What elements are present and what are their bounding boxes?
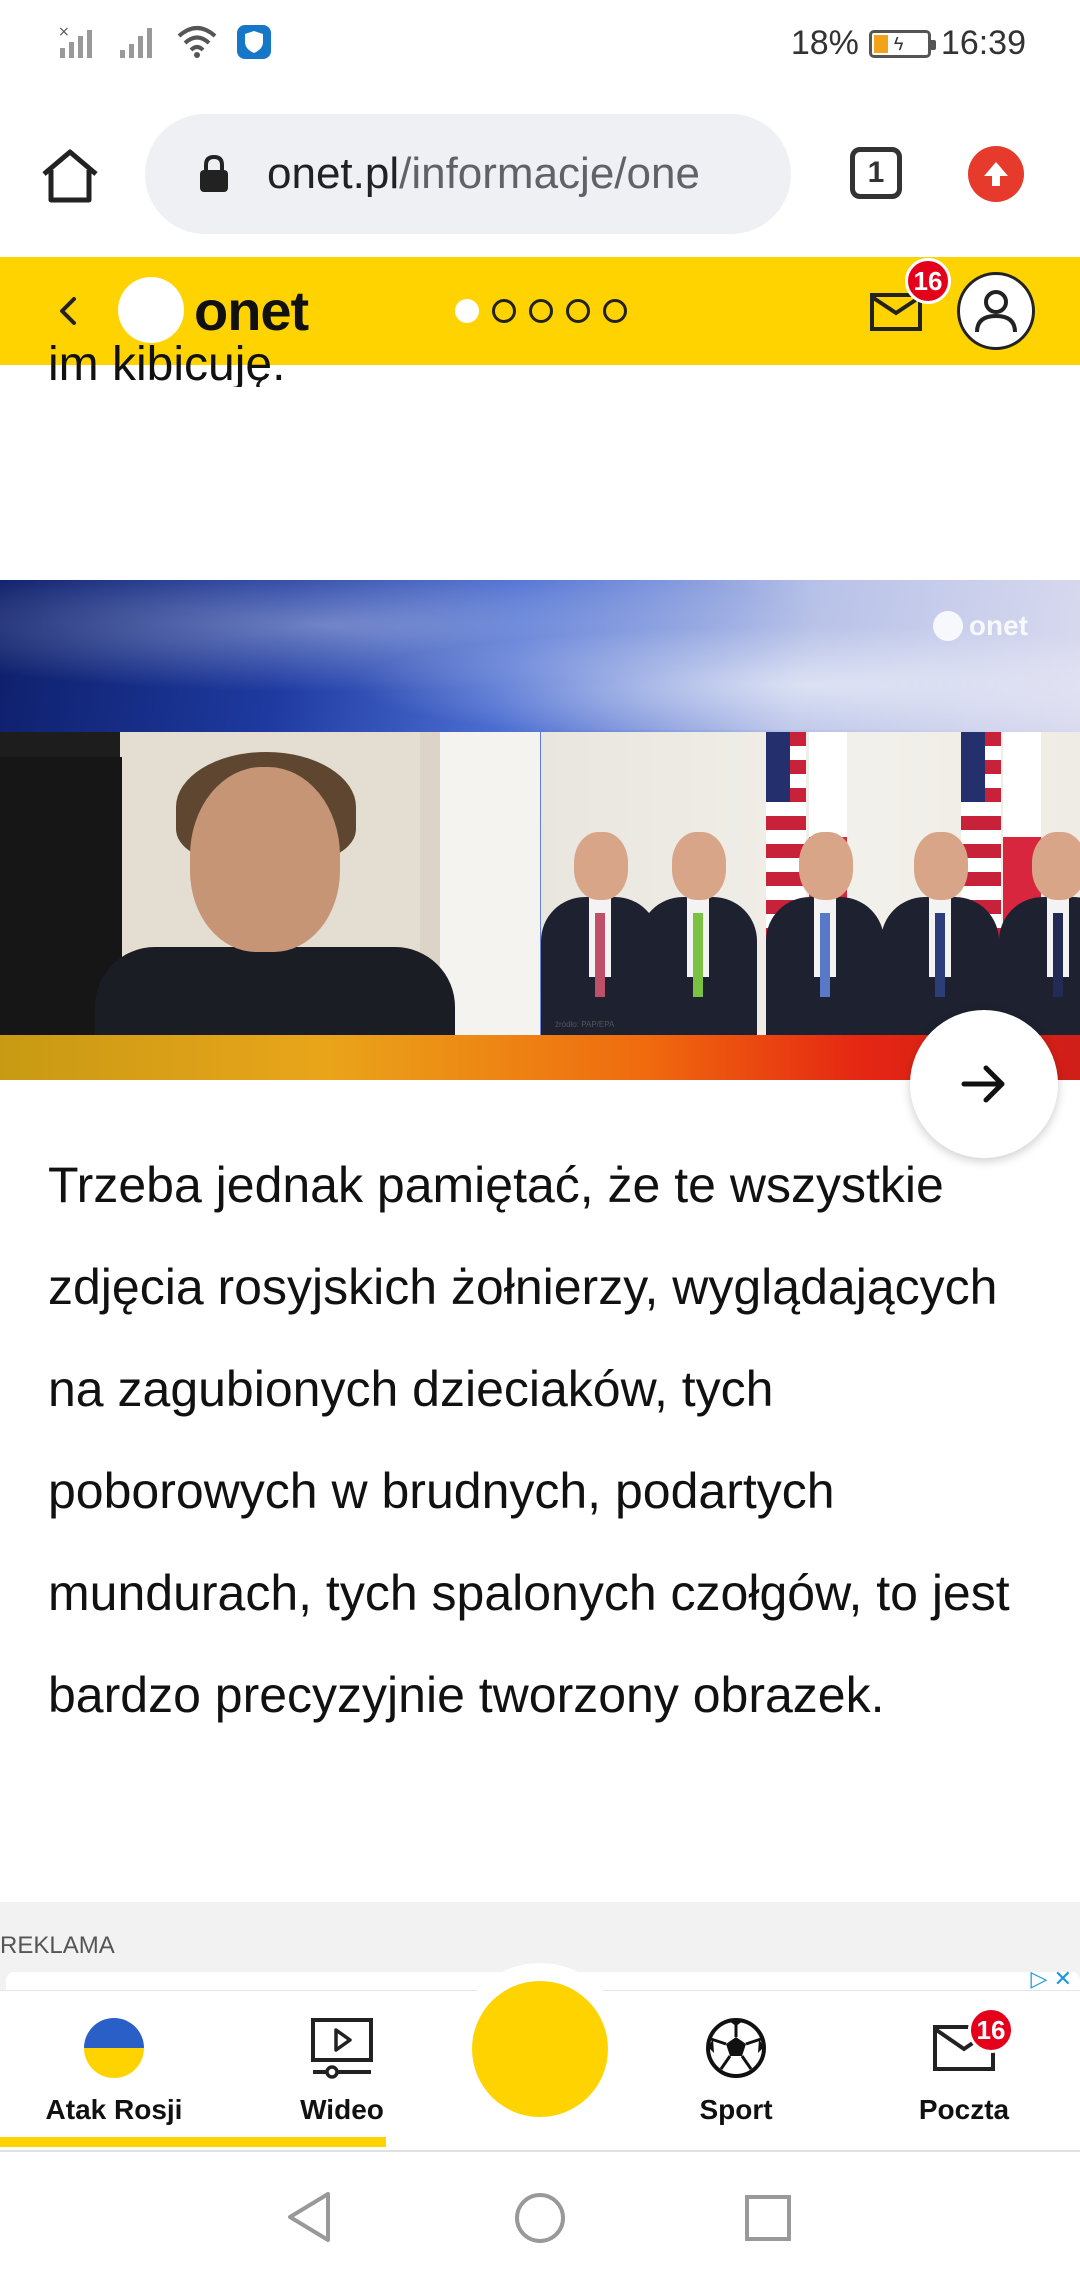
signal-icon <box>120 28 152 58</box>
svg-text:×: × <box>58 24 70 40</box>
ad-choices-icon[interactable]: ▷ ✕ <box>1031 1966 1072 1992</box>
poczta-badge-count: 16 <box>968 2007 1014 2053</box>
video-watermark-text: onet <box>968 610 1028 641</box>
poczta-badge: 16 <box>968 2007 1014 2053</box>
nav-item-sport[interactable]: Sport <box>636 1991 836 2141</box>
pager-dot[interactable] <box>603 299 627 323</box>
video-left-panel <box>0 732 540 1037</box>
browser-toolbar: onet.pl/informacje/one 1 <box>0 92 1080 257</box>
logo-dot <box>118 277 184 343</box>
shield-app-icon <box>237 25 271 59</box>
soccer-ball-icon <box>706 2018 766 2078</box>
logo-text: onet <box>194 278 309 342</box>
nav-item-poczta[interactable]: Poczta <box>864 1991 1064 2141</box>
account-button[interactable] <box>957 272 1035 350</box>
nav-item-wideo[interactable]: Wideo <box>242 1991 442 2141</box>
nav-label: Wideo <box>300 2094 384 2125</box>
pager-dot[interactable] <box>492 299 516 323</box>
url-text: onet.pl/informacje/one <box>267 149 700 199</box>
nav-label: Atak Rosji <box>45 2094 183 2125</box>
video-background <box>0 580 1080 730</box>
nav-label: Poczta <box>918 2094 1010 2125</box>
mail-badge-count: 16 <box>905 258 951 304</box>
home-icon[interactable] <box>38 144 102 208</box>
article-paragraph: Trzeba jednak pamiętać, że te wszystkie … <box>48 1157 1010 1723</box>
status-bar: × 18% ϟ 16:39 <box>0 0 1080 92</box>
video-watermark: onet <box>932 610 1028 642</box>
url-domain: onet.pl <box>267 149 400 198</box>
system-recents-icon[interactable] <box>744 2194 792 2242</box>
video-player[interactable]: onet źródło: PAP/EPA <box>0 580 1080 1080</box>
lock-icon <box>200 154 228 192</box>
pager-dot[interactable] <box>455 299 479 323</box>
section-pager <box>455 299 627 323</box>
onet-dot-icon <box>472 1981 608 2117</box>
system-back-icon[interactable] <box>284 2190 334 2244</box>
arrow-up-icon <box>984 162 1008 186</box>
pager-dot[interactable] <box>566 299 590 323</box>
nav-item-atak-rosji[interactable]: Atak Rosji <box>14 1991 214 2141</box>
wifi-icon <box>177 26 217 58</box>
arrow-right-icon <box>961 1065 1005 1103</box>
user-icon <box>975 290 1017 333</box>
onet-home-button[interactable] <box>454 1963 626 2135</box>
bottom-navigation: Atak Rosji Wideo Sport Poczta 16 <box>0 1963 1080 2150</box>
onet-logo[interactable]: onet <box>118 277 309 343</box>
clock: 16:39 <box>940 24 1026 62</box>
mail-badge: 16 <box>905 258 951 304</box>
article-text-cut: im kibicuję. <box>48 342 286 387</box>
video-right-panel: źródło: PAP/EPA <box>541 732 1080 1037</box>
system-home-icon[interactable] <box>514 2192 566 2244</box>
video-icon <box>311 2018 373 2079</box>
tab-switcher-button[interactable]: 1 <box>850 147 902 199</box>
ukraine-flag-icon <box>84 2018 144 2078</box>
nav-label: Sport <box>699 2094 773 2125</box>
battery-percent: 18% <box>790 24 859 62</box>
battery-icon: ϟ <box>868 29 936 58</box>
active-tab-indicator <box>0 2137 386 2147</box>
url-path: /informacje/one <box>399 149 700 198</box>
address-bar[interactable]: onet.pl/informacje/one <box>145 114 791 234</box>
system-navigation-bar <box>0 2150 1080 2280</box>
photo-credit: źródło: PAP/EPA <box>555 1020 615 1029</box>
ad-label: REKLAMA <box>0 1932 115 1959</box>
pager-dot[interactable] <box>529 299 553 323</box>
back-icon[interactable] <box>48 285 84 337</box>
no-sim-signal-icon: × <box>58 24 92 58</box>
update-button[interactable] <box>968 146 1024 202</box>
